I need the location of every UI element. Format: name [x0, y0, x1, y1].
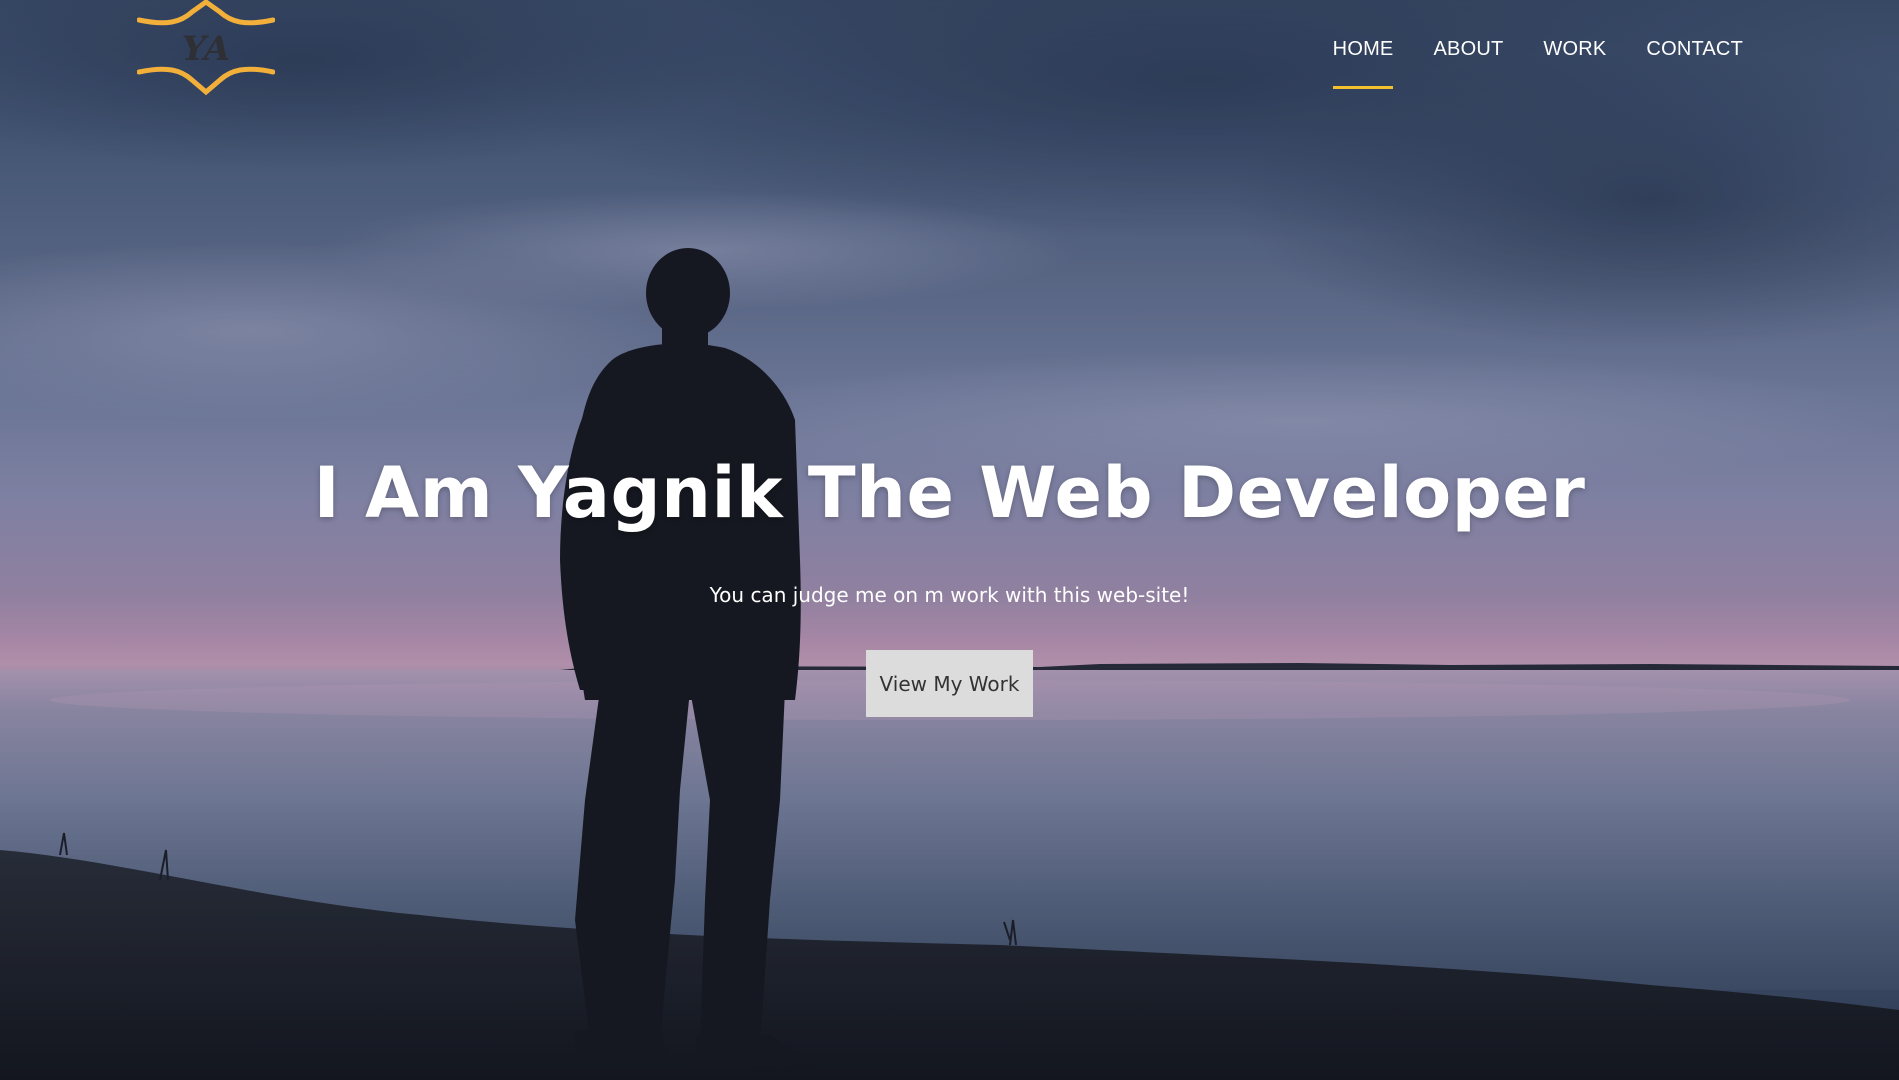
nav-contact[interactable]: CONTACT — [1646, 38, 1743, 89]
nav-work[interactable]: WORK — [1543, 38, 1606, 89]
logo-text: YA — [182, 29, 230, 69]
view-my-work-button[interactable]: View My Work — [866, 650, 1033, 717]
logo-top-ornament — [137, 0, 275, 26]
nav-home[interactable]: HOME — [1332, 38, 1394, 89]
hero-headline: I Am Yagnik The Web Developer — [313, 452, 1586, 534]
background-overlay — [0, 0, 1899, 1080]
hero-section: YA HOME ABOUT WORK CONTACT I Am Yagnik T… — [0, 0, 1899, 1080]
logo-bottom-ornament — [137, 66, 275, 96]
main-nav: HOME ABOUT WORK CONTACT — [1293, 38, 1743, 89]
logo[interactable]: YA — [137, 0, 275, 96]
hero-subtitle: You can judge me on m work with this web… — [709, 583, 1190, 607]
nav-about[interactable]: ABOUT — [1433, 38, 1503, 89]
